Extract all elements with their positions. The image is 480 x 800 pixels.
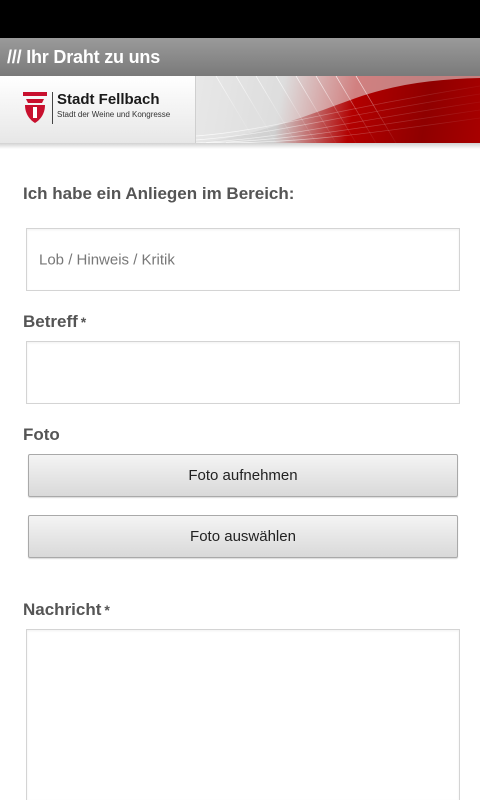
status-bar — [0, 0, 480, 38]
header-banner: Stadt Fellbach Stadt der Weine und Kongr… — [0, 76, 480, 143]
app-title-bar: /// Ihr Draht zu uns — [0, 38, 480, 76]
banner-wave-graphic — [195, 76, 480, 143]
photo-label: Foto — [23, 425, 60, 444]
message-label-text: Nachricht — [23, 600, 102, 619]
take-photo-button[interactable]: Foto aufnehmen — [28, 454, 458, 497]
logo-subtitle: Stadt der Weine und Kongresse — [57, 110, 171, 119]
message-required-mark: * — [104, 602, 110, 618]
banner-graphic — [195, 76, 480, 143]
choose-photo-button[interactable]: Foto auswählen — [28, 515, 458, 558]
subject-required-mark: * — [80, 314, 87, 330]
category-label: Ich habe ein Anliegen im Bereich: — [23, 184, 295, 203]
banner-shadow — [0, 143, 480, 149]
logo-divider — [52, 92, 53, 124]
take-photo-button-label: Foto aufnehmen — [188, 467, 298, 484]
category-select-value: Lob / Hinweis / Kritik — [39, 251, 175, 268]
category-select[interactable]: Lob / Hinweis / Kritik — [26, 228, 460, 291]
city-logo: Stadt Fellbach Stadt der Weine und Kongr… — [0, 76, 196, 143]
choose-photo-button-label: Foto auswählen — [190, 528, 296, 545]
logo-name: Stadt Fellbach — [57, 91, 160, 108]
subject-label-text: Betreff — [23, 312, 78, 331]
app-title: /// Ihr Draht zu uns — [7, 46, 161, 67]
subject-label: Betreff * — [23, 312, 86, 332]
city-crest-icon — [23, 92, 47, 123]
subject-input[interactable] — [26, 341, 460, 404]
message-textarea[interactable] — [26, 629, 460, 800]
message-label: Nachricht * — [23, 600, 110, 620]
